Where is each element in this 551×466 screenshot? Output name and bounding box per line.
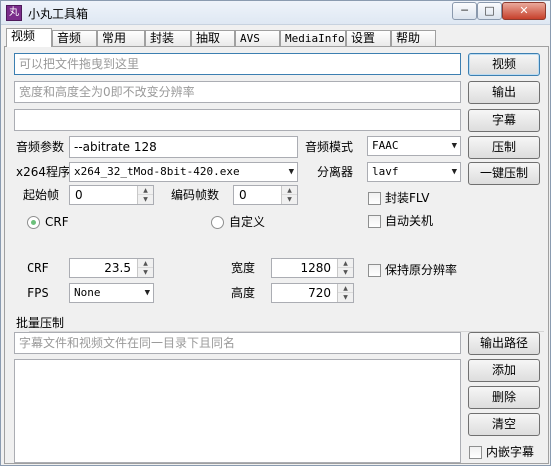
maximize-button[interactable]: □ xyxy=(477,2,502,20)
window-title: 小丸工具箱 xyxy=(28,7,89,21)
audio-mode-select[interactable]: FAAC ▼ xyxy=(367,136,461,156)
fps-label: FPS xyxy=(27,286,49,300)
minimize-icon: ─ xyxy=(461,4,468,17)
title-bar: 丸 小丸工具箱 ─ □ ✕ xyxy=(1,1,550,25)
auto-shutdown-checkbox[interactable] xyxy=(368,215,381,228)
crf-label: CRF xyxy=(27,261,49,275)
width-value: 1280 xyxy=(300,261,331,275)
height-spinbox[interactable]: 720 ▲ ▼ xyxy=(271,283,354,303)
width-label: 宽度 xyxy=(231,261,256,275)
crf-radio[interactable] xyxy=(27,216,40,229)
tab-audio[interactable]: 音频 xyxy=(52,30,97,47)
app-window: 丸 小丸工具箱 ─ □ ✕ 视频 音频 常用 封装 抽取 AVS MediaIn… xyxy=(0,0,551,466)
height-label: 高度 xyxy=(231,286,256,300)
tab-video[interactable]: 视频 xyxy=(6,28,52,47)
tab-common[interactable]: 常用 xyxy=(97,30,145,47)
mux-flv-label: 封装FLV xyxy=(385,191,430,205)
start-frame-label: 起始帧 xyxy=(23,188,60,202)
spin-down-icon[interactable]: ▼ xyxy=(282,195,297,204)
tab-mux[interactable]: 封装 xyxy=(145,30,191,47)
clear-button[interactable]: 清空 xyxy=(468,413,540,436)
embed-subtitle-checkbox[interactable] xyxy=(469,446,482,459)
x264-value: x264_32_tMod-8bit-420.exe xyxy=(74,165,240,178)
splitter-value: lavf xyxy=(372,165,399,178)
spin-down-icon[interactable]: ▼ xyxy=(138,268,153,277)
fps-value: None xyxy=(74,286,101,299)
width-spinbox[interactable]: 1280 ▲ ▼ xyxy=(271,258,354,278)
spin-up-icon[interactable]: ▲ xyxy=(138,259,153,268)
chevron-down-icon: ▼ xyxy=(451,141,457,151)
add-button[interactable]: 添加 xyxy=(468,359,540,382)
spin-down-icon[interactable]: ▼ xyxy=(338,268,353,277)
maximize-icon: □ xyxy=(484,4,495,17)
batch-group-title: 批量压制 xyxy=(16,316,65,330)
encode-frames-spinbox[interactable]: 0 ▲ ▼ xyxy=(233,185,298,205)
spin-up-icon[interactable]: ▲ xyxy=(338,284,353,293)
compress-button[interactable]: 压制 xyxy=(468,136,540,159)
spin-up-icon[interactable]: ▲ xyxy=(138,186,153,195)
spin-down-icon[interactable]: ▼ xyxy=(138,195,153,204)
batch-file-list[interactable] xyxy=(14,359,461,463)
app-logo-icon: 丸 xyxy=(6,5,22,21)
custom-radio-label: 自定义 xyxy=(229,215,266,229)
custom-radio[interactable] xyxy=(211,216,224,229)
output-button[interactable]: 输出 xyxy=(468,81,540,104)
crf-spinbox[interactable]: 23.5 ▲ ▼ xyxy=(69,258,154,278)
output-file-input[interactable]: 宽度和高度全为0即不改变分辨率 xyxy=(14,81,461,103)
encode-frames-label: 编码帧数 xyxy=(171,188,220,202)
output-path-button[interactable]: 输出路径 xyxy=(468,332,540,355)
subtitle-file-input[interactable] xyxy=(14,109,461,131)
tab-mediainfo[interactable]: MediaInfo xyxy=(280,30,346,47)
x264-select[interactable]: x264_32_tMod-8bit-420.exe ▼ xyxy=(69,162,298,182)
encode-frames-value: 0 xyxy=(239,188,247,202)
subtitle-button[interactable]: 字幕 xyxy=(468,109,540,132)
start-frame-spinbox[interactable]: 0 ▲ ▼ xyxy=(69,185,154,205)
spin-up-icon[interactable]: ▲ xyxy=(282,186,297,195)
batch-output-input[interactable]: 字幕文件和视频文件在同一目录下且同名 xyxy=(14,332,461,354)
x264-label: x264程序 xyxy=(16,165,71,179)
fps-select[interactable]: None ▼ xyxy=(69,283,154,303)
audio-mode-label: 音频模式 xyxy=(305,140,354,154)
splitter-label: 分离器 xyxy=(317,165,354,179)
close-icon: ✕ xyxy=(519,4,529,17)
splitter-select[interactable]: lavf ▼ xyxy=(367,162,461,182)
keep-resolution-checkbox[interactable] xyxy=(368,264,381,277)
video-button[interactable]: 视频 xyxy=(468,53,540,76)
crf-value: 23.5 xyxy=(104,261,131,275)
crf-radio-label: CRF xyxy=(45,215,69,229)
close-button[interactable]: ✕ xyxy=(502,2,546,20)
minimize-button[interactable]: ─ xyxy=(452,2,477,20)
audio-mode-value: FAAC xyxy=(372,139,399,152)
spin-down-icon[interactable]: ▼ xyxy=(338,293,353,302)
mux-flv-checkbox[interactable] xyxy=(368,192,381,205)
tab-extract[interactable]: 抽取 xyxy=(191,30,235,47)
chevron-down-icon: ▼ xyxy=(451,167,457,177)
tab-bar: 视频 音频 常用 封装 抽取 AVS MediaInfo 设置 帮助 xyxy=(4,28,549,47)
keep-resolution-label: 保持原分辨率 xyxy=(385,263,458,277)
video-file-input[interactable]: 可以把文件拖曳到这里 xyxy=(14,53,461,75)
auto-shutdown-label: 自动关机 xyxy=(385,214,434,228)
tab-help[interactable]: 帮助 xyxy=(391,30,436,47)
chevron-down-icon: ▼ xyxy=(144,288,150,298)
tab-avs[interactable]: AVS xyxy=(235,30,280,47)
audio-params-input[interactable]: --abitrate 128 xyxy=(69,136,298,158)
height-value: 720 xyxy=(308,286,331,300)
delete-button[interactable]: 删除 xyxy=(468,386,540,409)
audio-params-label: 音频参数 xyxy=(16,140,65,154)
embed-subtitle-label: 内嵌字幕 xyxy=(486,445,535,459)
chevron-down-icon: ▼ xyxy=(288,167,294,177)
one-click-compress-button[interactable]: 一键压制 xyxy=(468,162,540,185)
spin-up-icon[interactable]: ▲ xyxy=(338,259,353,268)
start-frame-value: 0 xyxy=(75,188,83,202)
tab-settings[interactable]: 设置 xyxy=(346,30,391,47)
